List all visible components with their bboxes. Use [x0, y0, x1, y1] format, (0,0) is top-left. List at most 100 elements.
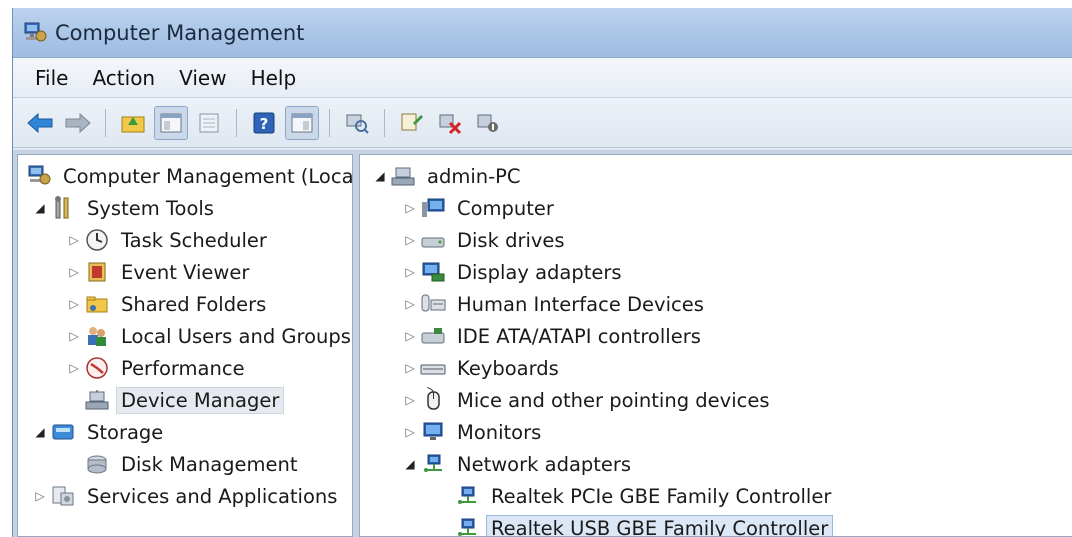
- tree-item-label: Computer: [457, 196, 554, 220]
- toolbar-separator: [384, 108, 385, 137]
- device-tree-root[interactable]: ◢ admin-PC: [372, 161, 526, 191]
- toolbar-separator: [105, 108, 106, 137]
- human-interface-device-icon: [418, 291, 448, 317]
- expanded-arrow-icon[interactable]: ◢: [402, 457, 418, 471]
- expanded-arrow-icon[interactable]: ◢: [372, 169, 388, 183]
- disable-device-icon[interactable]: [471, 106, 505, 140]
- menu-bar: File Action View Help: [13, 58, 1072, 98]
- ide-controller-icon: [418, 323, 448, 349]
- tree-item-label: Network adapters: [457, 452, 632, 476]
- display-adapter-icon: [418, 259, 448, 285]
- properties-sheet-icon[interactable]: [192, 106, 226, 140]
- tree-item-label: Display adapters: [457, 260, 622, 284]
- tree-item-label: Human Interface Devices: [457, 292, 704, 316]
- collapsed-arrow-icon[interactable]: ▷: [402, 425, 418, 439]
- collapsed-arrow-icon[interactable]: ▷: [66, 361, 82, 375]
- services-icon: [48, 483, 78, 509]
- tree-item-label: Keyboards: [457, 356, 559, 380]
- device-category-keyboards[interactable]: ▷ Keyboards: [402, 353, 564, 383]
- computer-root-icon: [388, 163, 418, 189]
- collapsed-arrow-icon[interactable]: ▷: [402, 233, 418, 247]
- tree-item-performance[interactable]: ▷ Performance: [66, 353, 250, 383]
- device-realtek-pcie[interactable]: Realtek PCIe GBE Family Controller: [452, 481, 836, 511]
- device-category-network-adapters[interactable]: ◢ Network adapters: [402, 449, 636, 479]
- collapsed-arrow-icon[interactable]: ▷: [402, 393, 418, 407]
- collapsed-arrow-icon[interactable]: ▷: [402, 201, 418, 215]
- tree-item-label: Services and Applications: [87, 484, 338, 508]
- disk-management-icon: [82, 451, 112, 477]
- storage-icon: [48, 419, 78, 445]
- collapsed-arrow-icon[interactable]: ▷: [402, 361, 418, 375]
- system-tools-icon: [48, 195, 78, 221]
- mouse-icon: [418, 387, 448, 413]
- title-bar[interactable]: Computer Management: [13, 8, 1072, 58]
- toolbar-separator: [236, 108, 237, 137]
- tree-item-label: Realtek PCIe GBE Family Controller: [491, 484, 832, 508]
- tree-item-label: Mice and other pointing devices: [457, 388, 770, 412]
- up-folder-icon[interactable]: [116, 106, 150, 140]
- device-category-ide[interactable]: ▷ IDE ATA/ATAPI controllers: [402, 321, 706, 351]
- menu-file[interactable]: File: [23, 62, 80, 94]
- expanded-arrow-icon[interactable]: ◢: [32, 425, 48, 439]
- network-adapter-icon: [452, 515, 482, 536]
- collapsed-arrow-icon[interactable]: ▷: [32, 489, 48, 503]
- tree-item-local-users-groups[interactable]: ▷ Local Users and Groups: [66, 321, 352, 351]
- toolbar-separator: [329, 108, 330, 137]
- tree-item-label: Task Scheduler: [121, 228, 267, 252]
- forward-arrow-icon[interactable]: [61, 106, 95, 140]
- tree-item-label: Storage: [87, 420, 164, 444]
- uninstall-device-icon[interactable]: [433, 106, 467, 140]
- tree-item-label: Disk Management: [121, 452, 298, 476]
- tree-item-computer-management[interactable]: Computer Management (Local: [24, 161, 352, 191]
- shared-folder-icon: [82, 291, 112, 317]
- collapsed-arrow-icon[interactable]: ▷: [66, 297, 82, 311]
- device-category-mice[interactable]: ▷ Mice and other pointing devices: [402, 385, 775, 415]
- tree-item-label: Performance: [121, 356, 245, 380]
- update-driver-icon[interactable]: [395, 106, 429, 140]
- tree-item-shared-folders[interactable]: ▷ Shared Folders: [66, 289, 271, 319]
- tree-item-disk-management[interactable]: Disk Management: [82, 449, 303, 479]
- show-hide-action-pane-icon[interactable]: [285, 105, 319, 140]
- collapsed-arrow-icon[interactable]: ▷: [402, 329, 418, 343]
- tree-item-label: Device Manager: [116, 386, 285, 414]
- help-icon[interactable]: ?: [247, 106, 281, 140]
- device-tree-pane[interactable]: ◢ admin-PC ▷ Computer ▷ Disk drives ▷ Di…: [359, 154, 1072, 537]
- event-viewer-icon: [82, 259, 112, 285]
- collapsed-arrow-icon[interactable]: ▷: [66, 329, 82, 343]
- scan-hardware-icon[interactable]: [340, 106, 374, 140]
- tree-item-label: Realtek USB GBE Family Controller: [486, 514, 834, 536]
- computer-management-window: Computer Management File Action View Hel…: [12, 8, 1072, 537]
- tree-item-services-applications[interactable]: ▷ Services and Applications: [32, 481, 342, 511]
- collapsed-arrow-icon[interactable]: ▷: [66, 233, 82, 247]
- clock-icon: [82, 227, 112, 253]
- tree-item-label: IDE ATA/ATAPI controllers: [457, 324, 701, 348]
- device-category-display-adapters[interactable]: ▷ Display adapters: [402, 257, 627, 287]
- device-category-hid[interactable]: ▷ Human Interface Devices: [402, 289, 709, 319]
- back-arrow-icon[interactable]: [23, 106, 57, 140]
- network-adapter-icon: [418, 451, 448, 477]
- monitor-icon: [418, 419, 448, 445]
- device-category-monitors[interactable]: ▷ Monitors: [402, 417, 546, 447]
- tree-item-storage[interactable]: ◢ Storage: [32, 417, 168, 447]
- computer-management-icon: [21, 20, 49, 46]
- device-category-disk-drives[interactable]: ▷ Disk drives: [402, 225, 570, 255]
- console-tree-pane[interactable]: Computer Management (Local ◢ System Tool…: [17, 154, 353, 537]
- tree-item-event-viewer[interactable]: ▷ Event Viewer: [66, 257, 254, 287]
- device-category-computer[interactable]: ▷ Computer: [402, 193, 559, 223]
- menu-help[interactable]: Help: [239, 62, 309, 94]
- device-realtek-usb[interactable]: Realtek USB GBE Family Controller: [452, 513, 834, 536]
- collapsed-arrow-icon[interactable]: ▷: [66, 265, 82, 279]
- tree-item-device-manager[interactable]: Device Manager: [82, 385, 285, 415]
- computer-icon: [418, 195, 448, 221]
- performance-icon: [82, 355, 112, 381]
- menu-action[interactable]: Action: [80, 62, 167, 94]
- tree-item-task-scheduler[interactable]: ▷ Task Scheduler: [66, 225, 272, 255]
- menu-view[interactable]: View: [167, 62, 238, 94]
- collapsed-arrow-icon[interactable]: ▷: [402, 297, 418, 311]
- tree-item-system-tools[interactable]: ◢ System Tools: [32, 193, 219, 223]
- expanded-arrow-icon[interactable]: ◢: [32, 201, 48, 215]
- show-hide-console-tree-icon[interactable]: [154, 105, 188, 140]
- network-adapter-icon: [452, 483, 482, 509]
- collapsed-arrow-icon[interactable]: ▷: [402, 265, 418, 279]
- users-icon: [82, 323, 112, 349]
